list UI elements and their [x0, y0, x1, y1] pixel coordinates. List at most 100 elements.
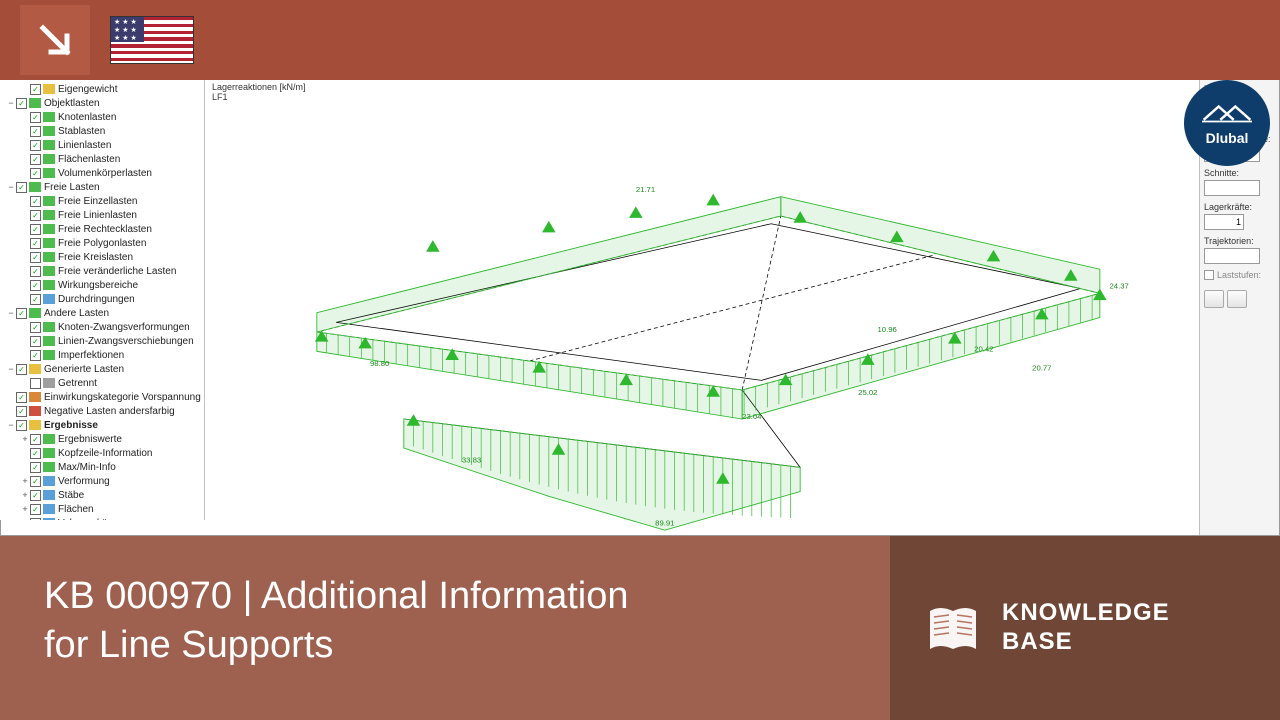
tree-checkbox[interactable]: ✓: [16, 364, 27, 375]
tree-item[interactable]: ✓ Freie Rechtecklasten: [0, 222, 204, 236]
tree-item[interactable]: ✓Linienlasten: [0, 138, 204, 152]
expander-icon[interactable]: −: [6, 364, 16, 374]
tree-item-icon: [43, 210, 55, 220]
tree-checkbox[interactable]: ✓: [16, 308, 27, 319]
tree-item[interactable]: −✓Ergebnisse: [0, 418, 204, 432]
tree-label: Imperfektionen: [58, 350, 204, 361]
tree-label: Freie Polygonlasten: [58, 238, 204, 249]
tree-item-icon: [43, 84, 55, 94]
tree-item[interactable]: ✓Kopfzeile-Information: [0, 446, 204, 460]
tree-item-icon: [43, 294, 55, 304]
tree-item[interactable]: −✓ Andere Lasten: [0, 306, 204, 320]
tree-checkbox[interactable]: ✓: [30, 322, 41, 333]
tree-checkbox[interactable]: ✓: [30, 154, 41, 165]
expander-icon[interactable]: +: [20, 504, 30, 514]
tree-item-icon: [43, 154, 55, 164]
tree-item-icon: [43, 434, 55, 444]
tree-item[interactable]: ✓ Imperfektionen: [0, 348, 204, 362]
tree-checkbox[interactable]: ✓: [30, 350, 41, 361]
tree-item[interactable]: ✓ Freie Polygonlasten: [0, 236, 204, 250]
tree-item[interactable]: ✓Wirkungsbereiche: [0, 278, 204, 292]
lager-input[interactable]: 1: [1204, 214, 1244, 230]
tree-label: Andere Lasten: [44, 308, 204, 319]
canvas-viewport[interactable]: Lagerreaktionen [kN/m]LF1 21.7124.3710.9…: [208, 80, 1199, 535]
tree-checkbox[interactable]: ✓: [30, 434, 41, 445]
tree-item[interactable]: ✓Freie Linienlasten: [0, 208, 204, 222]
tree-checkbox[interactable]: ✓: [30, 476, 41, 487]
tree-item[interactable]: ✓Max/Min-Info: [0, 460, 204, 474]
tree-item[interactable]: ✓Freie Kreislasten: [0, 250, 204, 264]
tree-checkbox[interactable]: ✓: [30, 140, 41, 151]
tree-item[interactable]: +✓Verformung: [0, 474, 204, 488]
tree-checkbox[interactable]: ✓: [30, 84, 41, 95]
tree-item[interactable]: ✓Linien-Zwangsverschiebungen: [0, 334, 204, 348]
tree-item-icon: [43, 140, 55, 150]
tree-item[interactable]: ✓Freie Einzellasten: [0, 194, 204, 208]
tree-checkbox[interactable]: ✓: [30, 280, 41, 291]
tree-checkbox[interactable]: ✓: [30, 238, 41, 249]
tree-item[interactable]: +✓Ergebniswerte: [0, 432, 204, 446]
navigator-tree[interactable]: ✓Eigengewicht−✓Objektlasten✓Knotenlasten…: [0, 80, 205, 520]
expander-icon[interactable]: −: [6, 308, 16, 318]
tree-item[interactable]: +✓Stäbe: [0, 488, 204, 502]
tree-item[interactable]: ✓Volumenkörperlasten: [0, 166, 204, 180]
tree-checkbox[interactable]: ✓: [30, 518, 41, 521]
tree-checkbox[interactable]: ✓: [30, 126, 41, 137]
expander-icon[interactable]: −: [6, 182, 16, 192]
tree-item[interactable]: Getrennt: [0, 376, 204, 390]
svg-text:24.37: 24.37: [1110, 282, 1129, 291]
tree-checkbox[interactable]: ✓: [30, 168, 41, 179]
tree-checkbox[interactable]: ✓: [16, 420, 27, 431]
tree-label: Freie Rechtecklasten: [58, 224, 204, 235]
tree-item[interactable]: −✓ Freie Lasten: [0, 180, 204, 194]
tree-checkbox[interactable]: ✓: [16, 182, 27, 193]
tree-item[interactable]: ✓Flächenlasten: [0, 152, 204, 166]
tree-checkbox[interactable]: ✓: [30, 252, 41, 263]
schnitte-combo[interactable]: [1204, 180, 1260, 196]
tree-checkbox[interactable]: ✓: [30, 266, 41, 277]
tree-checkbox[interactable]: ✓: [30, 490, 41, 501]
panel-btn-2[interactable]: [1227, 290, 1247, 308]
tree-checkbox[interactable]: ✓: [30, 210, 41, 221]
tree-item-icon: [43, 196, 55, 206]
tree-item[interactable]: ✓Knoten-Zwangsverformungen: [0, 320, 204, 334]
laststufen-checkbox[interactable]: [1204, 270, 1214, 280]
tree-item[interactable]: ✓Freie veränderliche Lasten: [0, 264, 204, 278]
expander-icon[interactable]: +: [20, 490, 30, 500]
tree-item[interactable]: −✓Objektlasten: [0, 96, 204, 110]
tree-item-icon: [29, 364, 41, 374]
expander-icon[interactable]: −: [6, 98, 16, 108]
traj-combo[interactable]: [1204, 248, 1260, 264]
panel-btn-1[interactable]: [1204, 290, 1224, 308]
tree-item[interactable]: ✓Durchdringungen: [0, 292, 204, 306]
tree-label: Freie Lasten: [44, 182, 204, 193]
tree-label: Volumenkörper: [58, 518, 204, 521]
expander-icon[interactable]: +: [20, 518, 30, 520]
expander-icon[interactable]: +: [20, 476, 30, 486]
tree-item[interactable]: +✓ Volumenkörper: [0, 516, 204, 520]
tree-checkbox[interactable]: ✓: [30, 112, 41, 123]
tree-checkbox[interactable]: ✓: [30, 336, 41, 347]
tree-item[interactable]: ✓Einwirkungskategorie Vorspannung: [0, 390, 204, 404]
tree-checkbox[interactable]: ✓: [30, 294, 41, 305]
tree-item[interactable]: ✓Knotenlasten: [0, 110, 204, 124]
tree-item[interactable]: ✓Negative Lasten andersfarbig: [0, 404, 204, 418]
tree-item[interactable]: +✓Flächen: [0, 502, 204, 516]
tree-item[interactable]: ✓Eigengewicht: [0, 82, 204, 96]
tree-checkbox[interactable]: ✓: [30, 448, 41, 459]
tree-checkbox[interactable]: ✓: [16, 406, 27, 417]
tree-checkbox[interactable]: ✓: [16, 392, 27, 403]
tree-checkbox[interactable]: ✓: [30, 224, 41, 235]
tree-item[interactable]: ✓Stablasten: [0, 124, 204, 138]
expander-icon[interactable]: −: [6, 420, 16, 430]
tree-checkbox[interactable]: ✓: [30, 196, 41, 207]
tree-item-icon: [43, 126, 55, 136]
tree-checkbox[interactable]: ✓: [16, 98, 27, 109]
expander-icon[interactable]: +: [20, 434, 30, 444]
tree-item-icon: [43, 266, 55, 276]
tree-checkbox[interactable]: [30, 378, 41, 389]
tree-item-icon: [29, 406, 41, 416]
tree-checkbox[interactable]: ✓: [30, 462, 41, 473]
tree-checkbox[interactable]: ✓: [30, 504, 41, 515]
tree-item[interactable]: −✓Generierte Lasten: [0, 362, 204, 376]
